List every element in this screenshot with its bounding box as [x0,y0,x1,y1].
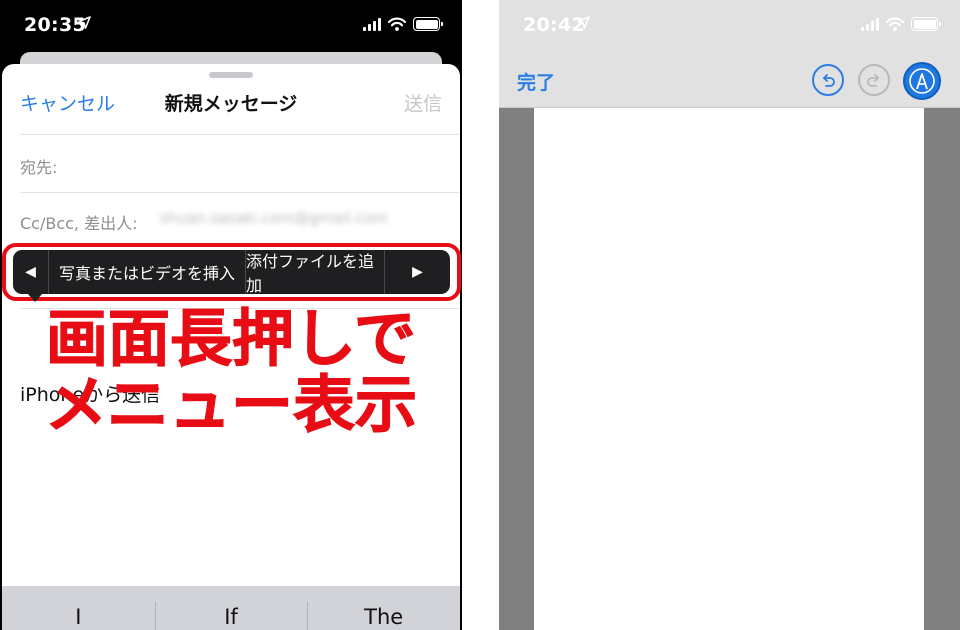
document-canvas[interactable] [534,108,924,630]
menu-prev-arrow[interactable]: ◀ [13,250,48,294]
suggestion-3[interactable]: The [307,586,460,630]
compose-nav-bar: キャンセル 新規メッセージ 送信 [2,84,460,124]
signal-icon [861,17,879,31]
to-field-label[interactable]: 宛先: [20,154,57,178]
edit-menu: ◀ 写真またはビデオを挿入 添付ファイルを追加 ▶ [13,250,450,295]
markup-screen: 20:42 完了 [499,0,960,630]
done-button[interactable]: 完了 [517,68,555,95]
undo-button[interactable] [812,64,844,96]
insert-photo-video-menu-item[interactable]: 写真またはビデオを挿入 [48,250,245,294]
location-arrow-icon [577,16,590,29]
suggestion-2[interactable]: If [154,586,308,630]
status-time: 20:42 [523,14,585,36]
redo-button[interactable] [858,64,890,96]
wifi-icon [886,17,904,31]
keyboard-suggestion-bar: I If The [2,586,460,630]
page-title: 新規メッセージ [164,93,298,115]
markup-pen-icon [909,68,935,94]
wifi-icon [388,17,406,31]
send-button[interactable]: 送信 [404,89,442,116]
markup-button[interactable] [903,62,941,100]
status-bar: 20:35 [0,0,462,52]
caption-line-1: 画面長押しで [45,302,417,375]
divider [20,134,460,135]
menu-next-arrow[interactable]: ▶ [384,250,450,294]
signal-icon [363,17,381,31]
mail-compose-screen: 20:35 キャンセル 新規メッセージ 送信 宛先: Cc/Bcc, 差出人: [0,0,462,630]
suggestion-1[interactable]: I [2,586,155,630]
menu-pointer [28,294,42,302]
caption-line-2: メニュー表示 [44,368,417,441]
cc-bcc-field-label[interactable]: Cc/Bcc, 差出人: [20,210,138,234]
redo-icon [867,74,879,87]
battery-icon [911,17,941,31]
battery-icon [413,17,443,31]
sheet-grabber[interactable] [209,72,253,78]
add-attachment-menu-item[interactable]: 添付ファイルを追加 [245,250,384,295]
status-bar: 20:42 [499,0,960,52]
status-time: 20:35 [24,14,86,36]
undo-icon [823,74,835,87]
sender-email-value: shuan.sasaki.com@gmail.com [160,209,388,227]
annotation-caption: 画面長押しで メニュー表示 [0,302,462,441]
divider [20,192,460,193]
location-arrow-icon [78,16,91,29]
markup-toolbar-area: 20:42 完了 [499,0,960,108]
